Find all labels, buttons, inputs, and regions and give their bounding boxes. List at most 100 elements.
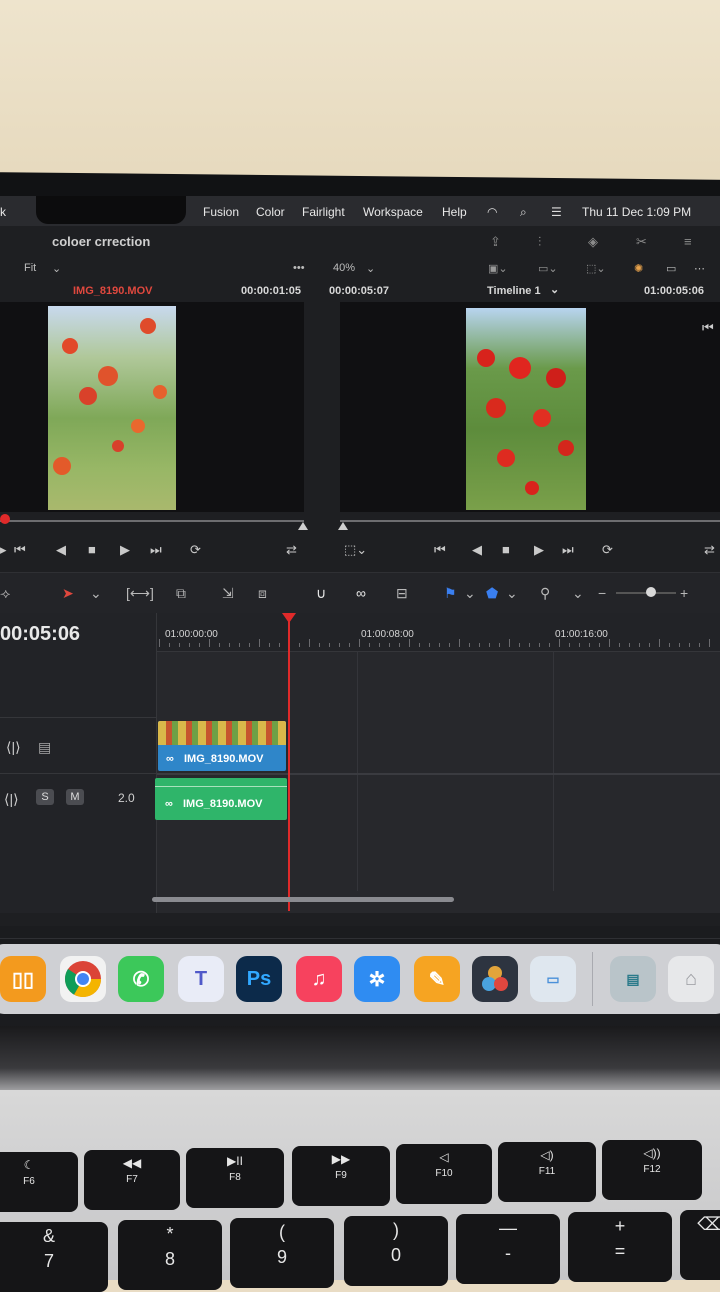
downloads-stack-icon[interactable]: ▤: [610, 956, 656, 1002]
wifi-icon[interactable]: ◠: [487, 205, 497, 219]
control-center-icon[interactable]: ☰: [551, 205, 562, 219]
teams-app-icon[interactable]: T: [178, 956, 224, 1002]
zoom-in-icon[interactable]: +: [680, 585, 688, 601]
trash-icon[interactable]: ⌂: [668, 956, 714, 1002]
chevron-down-icon[interactable]: ⌄: [52, 262, 61, 275]
source-out-marker[interactable]: [298, 522, 308, 530]
loop-icon[interactable]: ⟳: [190, 542, 201, 558]
stop-icon[interactable]: ■: [88, 542, 96, 557]
chevron-down-icon[interactable]: ⌄: [550, 283, 559, 296]
more-options-icon[interactable]: •••: [293, 262, 305, 274]
menu-color[interactable]: Color: [256, 205, 285, 219]
menu-fairlight[interactable]: Fairlight: [302, 205, 345, 219]
replace-clip-icon[interactable]: ⧈: [258, 585, 267, 602]
transform-icon[interactable]: ⬚⌄: [586, 262, 606, 275]
marker-icon[interactable]: ⬟: [486, 585, 498, 602]
source-playhead[interactable]: [0, 514, 10, 524]
key-delete[interactable]: ⌫: [680, 1210, 720, 1280]
timeline-viewer[interactable]: ⏮: [340, 302, 720, 512]
chrome-app-icon[interactable]: [60, 956, 106, 1002]
key-f7[interactable]: ◀◀ F7: [84, 1150, 180, 1210]
menu-fusion[interactable]: Fusion: [203, 205, 239, 219]
monitor-icon[interactable]: ▭⌄: [538, 262, 558, 275]
viewer-mode-icon[interactable]: ▭: [666, 262, 676, 275]
insert-clip-icon[interactable]: ⧉: [176, 585, 186, 602]
key-f8[interactable]: ▶II F8: [186, 1148, 284, 1208]
mixer-icon[interactable]: ⫶: [538, 234, 541, 250]
trim-icon[interactable]: ⟢: [0, 585, 10, 602]
playhead[interactable]: [288, 619, 290, 911]
timeline-name-dropdown[interactable]: Timeline 1: [487, 285, 541, 297]
books-app-icon[interactable]: ▯▯: [0, 956, 46, 1002]
match-frame-icon[interactable]: ⇄: [286, 542, 297, 558]
safari-app-icon[interactable]: ✲: [354, 956, 400, 1002]
play-icon[interactable]: ▶: [120, 542, 130, 558]
whatsapp-app-icon[interactable]: ✆: [118, 956, 164, 1002]
mute-button[interactable]: M: [66, 789, 84, 805]
audio-clip[interactable]: ∞ IMG_8190.MOV: [155, 778, 287, 820]
key-f12[interactable]: ◁)) F12: [602, 1140, 702, 1200]
photoshop-app-icon[interactable]: Ps: [236, 956, 282, 1002]
next-frame-icon[interactable]: ⏮: [702, 320, 714, 336]
key-f9[interactable]: ▶▶ F9: [292, 1146, 390, 1206]
play-reverse-icon[interactable]: ◀: [56, 542, 66, 558]
skip-forward-icon[interactable]: ⏭: [562, 542, 574, 558]
key-minus[interactable]: — -: [456, 1214, 560, 1284]
play-reverse-icon[interactable]: ◀: [472, 542, 482, 558]
video-track-resize-icon[interactable]: ⟨|⟩: [6, 739, 21, 756]
source-scrubber[interactable]: [0, 520, 304, 522]
chevron-down-icon[interactable]: ⌄: [506, 585, 518, 602]
key-f11[interactable]: ◁) F11: [498, 1142, 596, 1202]
overlay-icon[interactable]: ▣⌄: [488, 262, 508, 275]
zoom-dropdown[interactable]: 40%: [333, 262, 355, 274]
settings-icon[interactable]: ≡: [684, 234, 692, 249]
key-0[interactable]: ) 0: [344, 1216, 448, 1286]
skip-back-icon[interactable]: ⏮: [14, 542, 26, 558]
key-f10[interactable]: ◁ F10: [396, 1144, 492, 1204]
lock-icon[interactable]: ⊟: [396, 585, 408, 602]
chevron-down-icon[interactable]: ⌄: [464, 585, 476, 602]
solo-button[interactable]: S: [36, 789, 54, 805]
keyframe-icon[interactable]: ◈: [588, 234, 598, 250]
link-icon[interactable]: ∞: [356, 585, 366, 601]
search-icon[interactable]: ⌕: [520, 205, 527, 220]
key-9[interactable]: (9: [230, 1218, 334, 1288]
menu-clock[interactable]: Thu 11 Dec 1:09 PM: [582, 205, 691, 219]
preview-app-icon[interactable]: ▭: [530, 956, 576, 1002]
key-7[interactable]: & 7: [0, 1222, 108, 1292]
chevron-down-icon[interactable]: ⌄: [90, 585, 102, 602]
timeline-panel[interactable]: 00:05:06 ⟨|⟩ ▤ ⟨|⟩ S M 2.0 01:00:00:00 0…: [0, 613, 720, 913]
zoom-mode-icon[interactable]: ⚲: [540, 585, 550, 602]
timeline-scrubber[interactable]: [340, 520, 720, 522]
pages-app-icon[interactable]: ✎: [414, 956, 460, 1002]
flag-icon[interactable]: ⚑: [444, 585, 457, 602]
more-icon[interactable]: ⋯: [694, 262, 705, 275]
skip-back-icon[interactable]: ⏮: [434, 542, 446, 558]
color-wheel-icon[interactable]: ✺: [634, 262, 643, 275]
chevron-down-icon[interactable]: ⌄: [366, 262, 375, 275]
timeline-in-marker[interactable]: [338, 522, 348, 530]
play-icon[interactable]: ▶: [534, 542, 544, 558]
music-app-icon[interactable]: ♫: [296, 956, 342, 1002]
timeline-scrollbar[interactable]: [152, 897, 454, 902]
chevron-left-icon[interactable]: ▸: [0, 542, 7, 558]
source-viewer[interactable]: [0, 302, 304, 512]
audio-track-resize-icon[interactable]: ⟨|⟩: [4, 791, 19, 808]
stop-icon[interactable]: ■: [502, 542, 510, 557]
davinci-resolve-app-icon[interactable]: [472, 956, 518, 1002]
transform-tool-icon[interactable]: ⬚⌄: [344, 542, 367, 558]
skip-forward-icon[interactable]: ⏭: [150, 542, 162, 558]
snapping-icon[interactable]: ∪: [316, 585, 326, 602]
zoom-slider-handle[interactable]: [646, 587, 656, 597]
video-clip[interactable]: ∞ IMG_8190.MOV: [158, 721, 286, 771]
zoom-out-icon[interactable]: −: [598, 585, 606, 601]
menu-help[interactable]: Help: [442, 205, 467, 219]
share-icon[interactable]: ⇪: [490, 234, 501, 250]
trim-edit-icon[interactable]: [⟷]: [126, 585, 154, 602]
chevron-down-icon[interactable]: ⌄: [572, 585, 584, 602]
selection-tool-icon[interactable]: ➤: [62, 585, 74, 602]
fit-dropdown[interactable]: Fit: [24, 262, 36, 274]
menu-partial[interactable]: k: [0, 205, 6, 219]
timeline-ruler[interactable]: 01:00:00:00 01:00:08:00 01:00:16:00: [157, 613, 720, 652]
key-f6[interactable]: ☾ F6: [0, 1152, 78, 1212]
